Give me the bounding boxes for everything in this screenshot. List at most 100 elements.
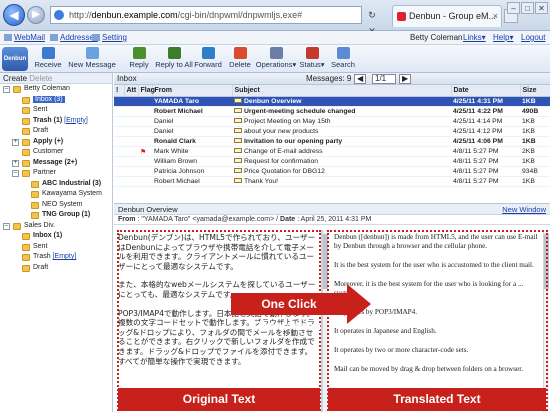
column-header[interactable]: Date [451, 85, 521, 97]
create-folder-button[interactable]: Create [3, 74, 27, 83]
setting-label: Setting [102, 33, 127, 42]
new-message-button[interactable]: New Message [66, 47, 118, 71]
column-header[interactable]: ! [114, 85, 125, 97]
next-page-button[interactable]: ▶ [399, 74, 412, 84]
tree-item-label: Sent [33, 105, 47, 116]
reply-to-all-button[interactable]: Reply to All [155, 47, 193, 71]
flag-cell [138, 136, 152, 147]
expand-icon[interactable]: + [12, 159, 19, 167]
folder-name: Trash [33, 253, 51, 260]
webmail-link[interactable]: WebMail [4, 31, 45, 44]
priority-cell [114, 146, 124, 158]
column-header[interactable]: Att [124, 85, 139, 97]
collapse-icon[interactable]: – [12, 170, 19, 177]
from-cell: Ronald Clark [152, 136, 232, 147]
attachment-cell [124, 116, 138, 127]
tree-item[interactable]: Customer [0, 147, 112, 158]
message-row[interactable]: Patricia Johnson Price Quotation for DBG1… [114, 166, 550, 178]
new-window-link[interactable]: New Window [502, 204, 546, 215]
logout-link[interactable]: Logout [521, 31, 545, 44]
priority-cell [114, 126, 124, 137]
column-header[interactable]: Subject [232, 85, 452, 97]
denbun-favicon-icon [397, 12, 406, 21]
collapse-icon[interactable]: – [3, 222, 10, 230]
message-row[interactable]: Daniel about your new products 4/25/11 4:1… [114, 126, 550, 137]
addresses-link[interactable]: Addresses [50, 31, 98, 44]
forward-button[interactable]: ▶ [27, 6, 45, 24]
help-menu[interactable]: Help▾ [493, 31, 513, 44]
maximize-button[interactable]: □ [521, 2, 534, 14]
collapse-icon[interactable]: – [3, 86, 10, 93]
subject-cell: Invitation to our opening party [232, 136, 451, 147]
webmail-label: WebMail [14, 33, 45, 42]
tree-item[interactable]: + Message (2+) [0, 158, 112, 169]
tree-item[interactable]: – Betty Coleman [0, 84, 112, 95]
back-button[interactable]: ◀ [3, 4, 25, 26]
message-row[interactable]: William Brown Request for confirmation 4/8… [114, 156, 550, 168]
close-window-button[interactable]: ✕ [535, 2, 548, 14]
delete-button[interactable]: Delete [225, 47, 255, 71]
tree-item-label: Customer [33, 147, 63, 158]
tree-item[interactable]: Inbox (1) [0, 231, 112, 242]
tree-item[interactable]: ABC Industrial (3) [0, 179, 112, 190]
empty-trash-link[interactable]: [Empty] [53, 253, 77, 260]
subject-text: Thank You! [244, 178, 279, 186]
tree-item[interactable]: TNG Group (1) [0, 210, 112, 221]
minimize-button[interactable]: – [507, 2, 520, 14]
subject-text: Invitation to our opening party [244, 137, 343, 145]
tree-item[interactable]: Sent [0, 105, 112, 116]
receive-button[interactable]: Receive [33, 47, 63, 71]
expand-icon[interactable]: + [12, 138, 19, 146]
page-select[interactable]: 1/1 [372, 74, 396, 84]
tree-item[interactable]: + Apply (+) [0, 137, 112, 148]
message-row[interactable]: Daniel Project Meeting on May 15th 4/25/11… [114, 116, 550, 127]
folder-icon [31, 180, 39, 188]
folder-icon [22, 233, 30, 240]
tree-item[interactable]: Sent [0, 242, 112, 253]
attachment-cell [124, 176, 138, 188]
links-menu[interactable]: Links▾ [463, 31, 486, 44]
tree-item[interactable]: Trash [Empty] [0, 252, 112, 263]
tree-item[interactable]: – Partner [0, 168, 112, 179]
tab-close-icon[interactable]: × [493, 6, 498, 26]
column-header[interactable]: From [152, 85, 233, 97]
search-button[interactable]: Search [330, 47, 356, 71]
prev-page-button[interactable]: ◀ [354, 74, 367, 84]
delete-folder-button[interactable]: Delete [29, 74, 52, 83]
url-path: /cgi-bin/dnpwml/dnpwmljs.exe# [177, 10, 303, 20]
tree-item-label: Inbox (1) [33, 231, 62, 242]
status-menu[interactable]: Status▾ [297, 47, 327, 71]
message-row[interactable]: Robert Michael Urgent-meeting schedule ch… [114, 106, 550, 117]
reply-button[interactable]: Reply [124, 47, 154, 71]
date-text: 4/8/11 5:27 PM [453, 178, 499, 186]
column-header[interactable]: Flag [138, 85, 155, 97]
operations-menu[interactable]: Operations▾ [255, 47, 297, 71]
tree-item[interactable]: Draft [0, 263, 112, 274]
tree-item-label: Trash [Empty] [33, 252, 76, 263]
message-row[interactable]: Ronald Clark Invitation to our opening pa… [114, 136, 550, 147]
message-row[interactable]: Robert Michael Thank You! 4/8/11 5:27 PM 1K… [114, 176, 550, 188]
setting-link[interactable]: Setting [92, 31, 127, 44]
message-row[interactable]: YAMADA Taro Denbun Overview 4/25/11 4:31 P… [114, 96, 550, 107]
mail-icon [4, 34, 12, 41]
tree-item[interactable]: Inbox (3) [0, 95, 112, 106]
message-row[interactable]: ⚑ Mark White Change of E-mail address 4/8/1… [114, 146, 550, 158]
app-header: WebMail Addresses Setting Betty Coleman … [0, 31, 550, 45]
priority-cell [114, 176, 124, 188]
browser-tab[interactable]: Denbun - Group eM... × [392, 5, 502, 27]
operations-icon [269, 47, 283, 59]
folder-icon [22, 254, 30, 261]
forward-mail-button[interactable]: Forward [193, 47, 223, 71]
size-cell: 1KB [520, 126, 550, 137]
one-click-translation-callout: One Click Translation [231, 293, 347, 333]
tree-item[interactable]: NEO System [0, 200, 112, 211]
tree-item[interactable]: Trash (1) [Empty] [0, 116, 112, 127]
tree-item[interactable]: – Sales Div. [0, 221, 112, 232]
tree-item[interactable]: Kawayama System [0, 189, 112, 200]
tree-item[interactable]: Draft [0, 126, 112, 137]
address-bar[interactable]: http://denbun.example.com/cgi-bin/dnpwml… [50, 6, 362, 24]
folder-name: Partner [33, 169, 56, 176]
column-header[interactable]: Size [520, 85, 550, 97]
refresh-stop-icon[interactable]: ↻ ✕ [364, 7, 380, 36]
empty-trash-link[interactable]: [Empty] [64, 117, 88, 124]
